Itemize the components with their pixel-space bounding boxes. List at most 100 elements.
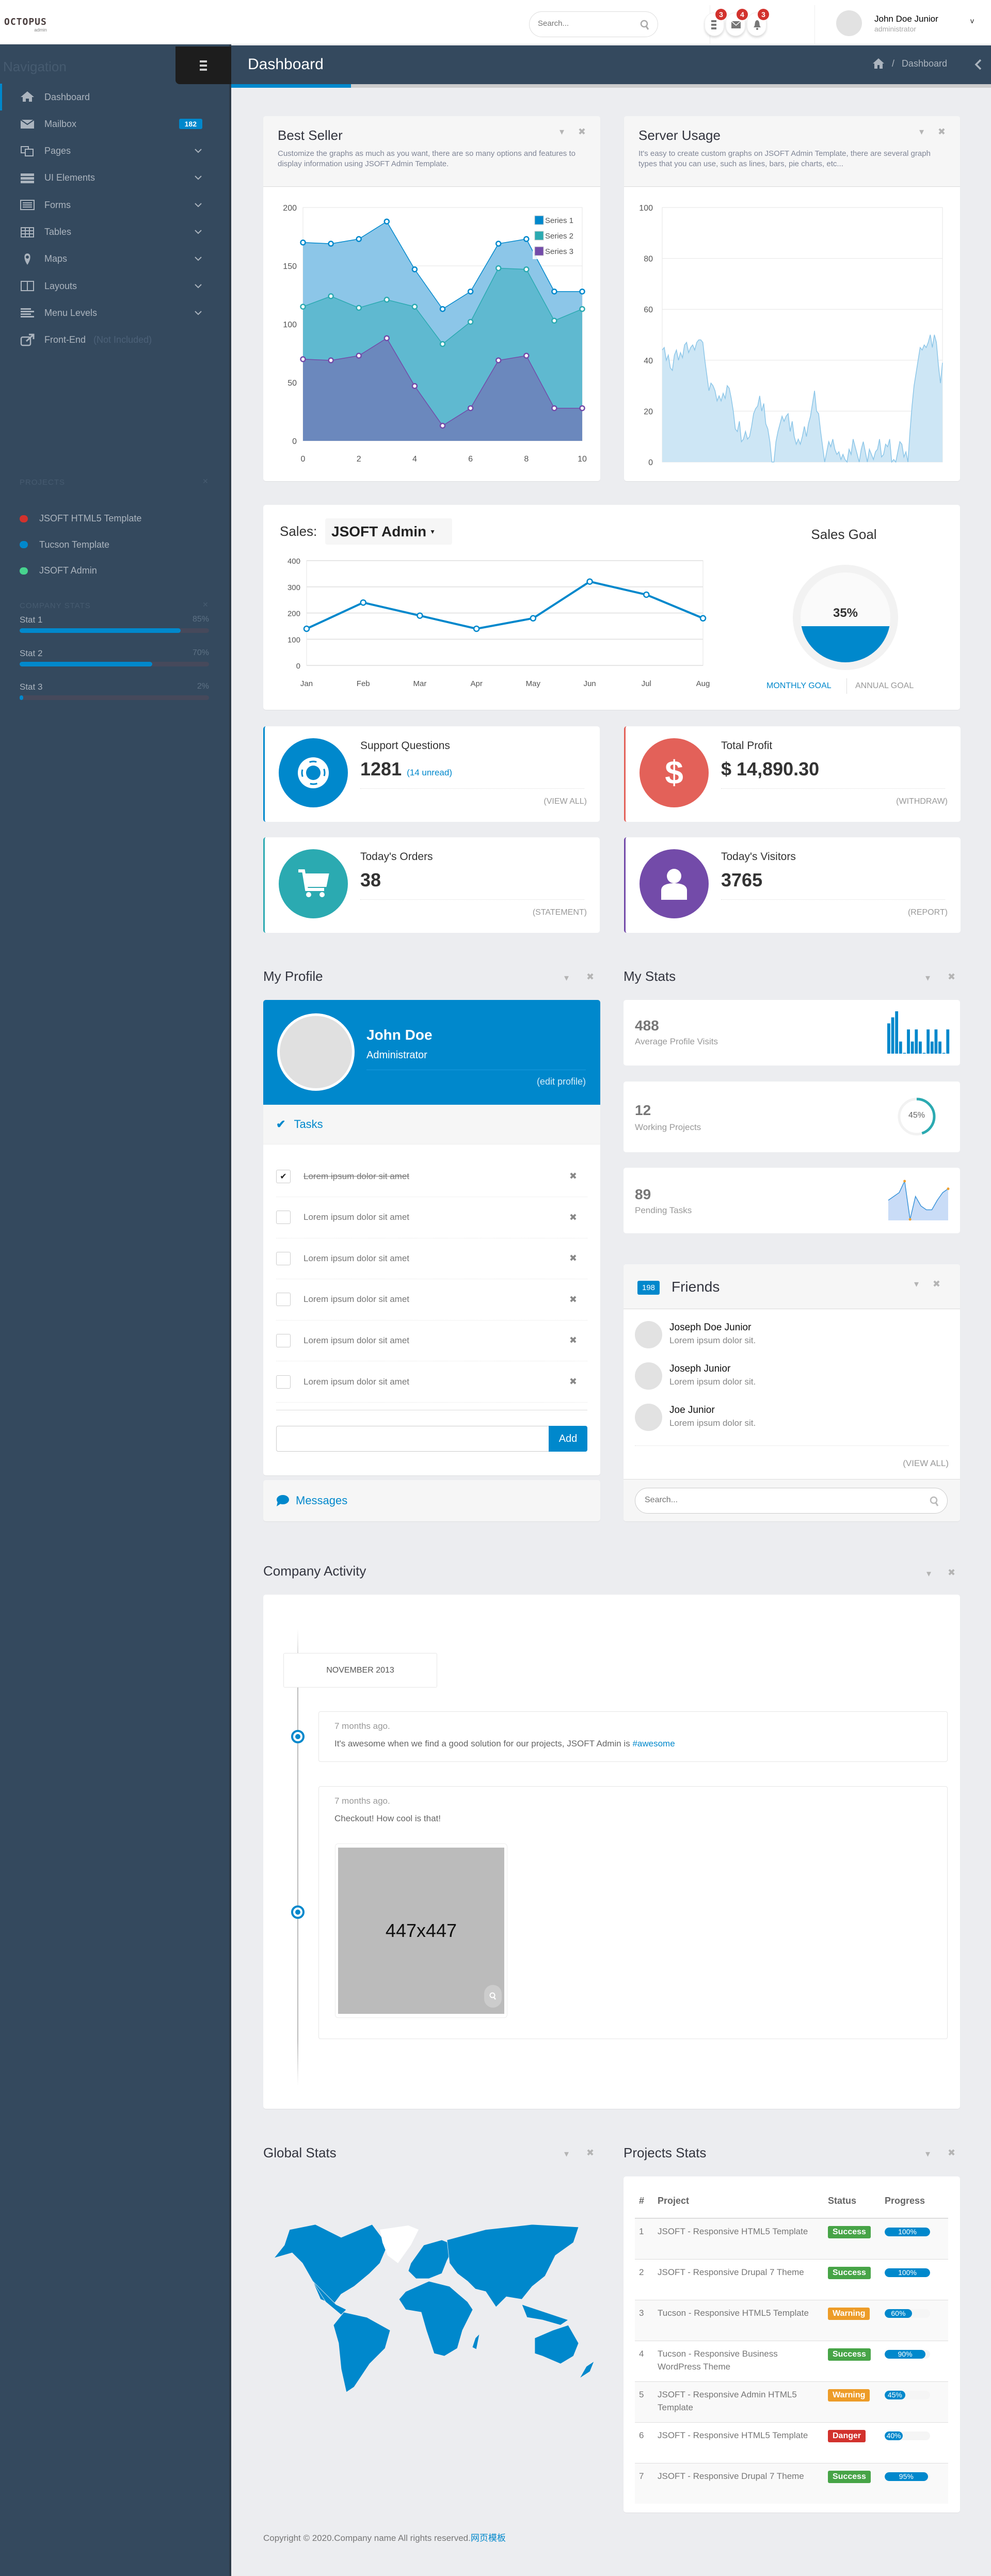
hashtag-link[interactable]: #awesome <box>632 1739 675 1748</box>
sidebar-item-maps[interactable]: Maps <box>0 246 229 273</box>
collapse-icon[interactable]: ▾ <box>560 126 564 137</box>
sidebar-item-front-end[interactable]: Front-End (Not Included) <box>0 327 229 354</box>
delete-task-icon[interactable]: ✖ <box>569 1253 577 1264</box>
data-point[interactable] <box>643 591 650 598</box>
task-checkbox[interactable] <box>276 1333 291 1347</box>
data-point[interactable] <box>495 241 502 247</box>
data-point[interactable] <box>300 304 306 310</box>
friend-item[interactable]: Joe Junior Lorem ipsum dolor sit. <box>635 1404 945 1435</box>
collapse-icon[interactable]: ▾ <box>914 1279 919 1290</box>
collapse-icon[interactable]: ▾ <box>564 973 569 983</box>
data-point[interactable] <box>356 305 362 311</box>
logo[interactable]: OCTOPUS admin <box>4 17 47 33</box>
data-point[interactable] <box>530 615 537 622</box>
messages-notification-button[interactable]: 4 <box>726 9 748 36</box>
sidebar-project[interactable]: JSOFT HTML5 Template <box>20 513 141 524</box>
collapse-icon[interactable]: ▾ <box>925 2149 930 2159</box>
messages-tab[interactable]: Messages <box>263 1480 600 1521</box>
close-icon[interactable]: ✖ <box>586 972 594 982</box>
task-checkbox[interactable] <box>276 1293 291 1307</box>
delete-task-icon[interactable]: ✖ <box>569 1294 577 1305</box>
data-point[interactable] <box>579 306 585 312</box>
delete-task-icon[interactable]: ✖ <box>569 1212 577 1223</box>
sidebar-project[interactable]: JSOFT Admin <box>20 565 97 576</box>
task-checkbox[interactable]: ✔ <box>276 1169 291 1183</box>
sidebar-item-pages[interactable]: Pages <box>0 138 229 165</box>
data-point[interactable] <box>495 265 502 272</box>
data-point[interactable] <box>473 625 480 632</box>
close-icon[interactable]: ✖ <box>586 2148 594 2158</box>
delete-task-icon[interactable]: ✖ <box>569 1171 577 1182</box>
data-point[interactable] <box>579 288 585 295</box>
data-point[interactable] <box>495 357 502 363</box>
view-all-friends-link[interactable]: (VIEW ALL) <box>903 1458 949 1469</box>
close-icon[interactable]: ✖ <box>938 126 946 137</box>
alerts-notification-button[interactable]: 3 <box>747 9 769 36</box>
data-point[interactable] <box>699 615 707 622</box>
sidebar-project[interactable]: Tucson Template <box>20 539 109 550</box>
user-menu[interactable]: John Doe Junior administrator v <box>836 9 986 38</box>
search-input[interactable] <box>538 19 636 28</box>
data-point[interactable] <box>383 296 390 303</box>
sidebar-item-layouts[interactable]: Layouts <box>0 273 229 299</box>
data-point[interactable] <box>523 236 530 242</box>
task-checkbox[interactable] <box>276 1211 291 1225</box>
task-checkbox[interactable] <box>276 1375 291 1389</box>
search-box[interactable] <box>529 11 658 37</box>
friends-search-input[interactable] <box>645 1496 903 1505</box>
data-point[interactable] <box>411 266 418 273</box>
delete-task-icon[interactable]: ✖ <box>569 1335 577 1346</box>
collapse-icon[interactable]: ▾ <box>919 126 924 137</box>
data-point[interactable] <box>467 288 474 295</box>
data-point[interactable] <box>579 405 585 411</box>
breadcrumb-item[interactable]: Dashboard <box>902 58 947 69</box>
data-point[interactable] <box>551 317 557 324</box>
add-task-button[interactable]: Add <box>549 1426 587 1452</box>
tasks-header[interactable]: ✔ Tasks <box>263 1105 600 1144</box>
data-point[interactable] <box>328 293 334 299</box>
close-icon[interactable]: ✖ <box>948 972 955 982</box>
sidebar-item-dashboard[interactable]: Dashboard <box>0 84 229 110</box>
collapse-icon[interactable]: ▾ <box>925 973 930 983</box>
data-point[interactable] <box>523 353 530 359</box>
edit-profile-link[interactable]: (edit profile) <box>537 1076 586 1087</box>
data-point[interactable] <box>303 625 310 632</box>
close-icon[interactable]: ✖ <box>933 1279 940 1290</box>
unread-link[interactable]: (14 unread) <box>407 768 452 777</box>
friend-item[interactable]: Joseph Doe Junior Lorem ipsum dolor sit. <box>635 1321 945 1352</box>
data-point[interactable] <box>586 578 593 585</box>
data-point[interactable] <box>411 304 418 310</box>
data-point[interactable] <box>439 341 446 347</box>
task-checkbox[interactable] <box>276 1251 291 1265</box>
data-point[interactable] <box>439 306 446 312</box>
data-point[interactable] <box>356 236 362 242</box>
collapse-icon[interactable]: ▾ <box>564 2149 569 2159</box>
tab-annual-goal[interactable]: ANNUAL GOAL <box>855 681 914 691</box>
widget-link[interactable]: (withdraw) <box>896 797 948 806</box>
new-task-input[interactable] <box>276 1426 550 1452</box>
sidebar-item-forms[interactable]: Forms <box>0 192 229 218</box>
data-point[interactable] <box>328 241 334 247</box>
chevron-left-icon[interactable] <box>974 59 982 70</box>
close-icon[interactable]: ✖ <box>948 1567 955 1578</box>
data-point[interactable] <box>551 288 557 295</box>
data-point[interactable] <box>439 422 446 429</box>
data-point[interactable] <box>300 240 306 246</box>
data-point[interactable] <box>360 599 366 606</box>
timeline-image-thumbnail[interactable]: 447x447 <box>335 1843 507 2018</box>
data-point[interactable] <box>328 357 334 363</box>
sidebar-item-ui-elements[interactable]: UI Elements <box>0 165 229 192</box>
data-point[interactable] <box>300 356 306 362</box>
delete-task-icon[interactable]: ✖ <box>569 1376 577 1387</box>
zoom-icon[interactable] <box>484 1985 502 2008</box>
search-icon[interactable] <box>640 20 649 30</box>
data-point[interactable] <box>523 266 530 273</box>
close-icon[interactable]: ✕ <box>202 600 209 609</box>
close-icon[interactable]: ✖ <box>578 126 586 137</box>
widget-link[interactable]: (view all) <box>544 797 587 806</box>
widget-link[interactable]: (report) <box>908 908 948 917</box>
data-point[interactable] <box>417 612 423 619</box>
tab-monthly-goal[interactable]: MONTHLY GOAL <box>766 681 832 691</box>
data-point[interactable] <box>356 353 362 359</box>
tasks-notification-button[interactable]: 3 <box>705 9 727 36</box>
